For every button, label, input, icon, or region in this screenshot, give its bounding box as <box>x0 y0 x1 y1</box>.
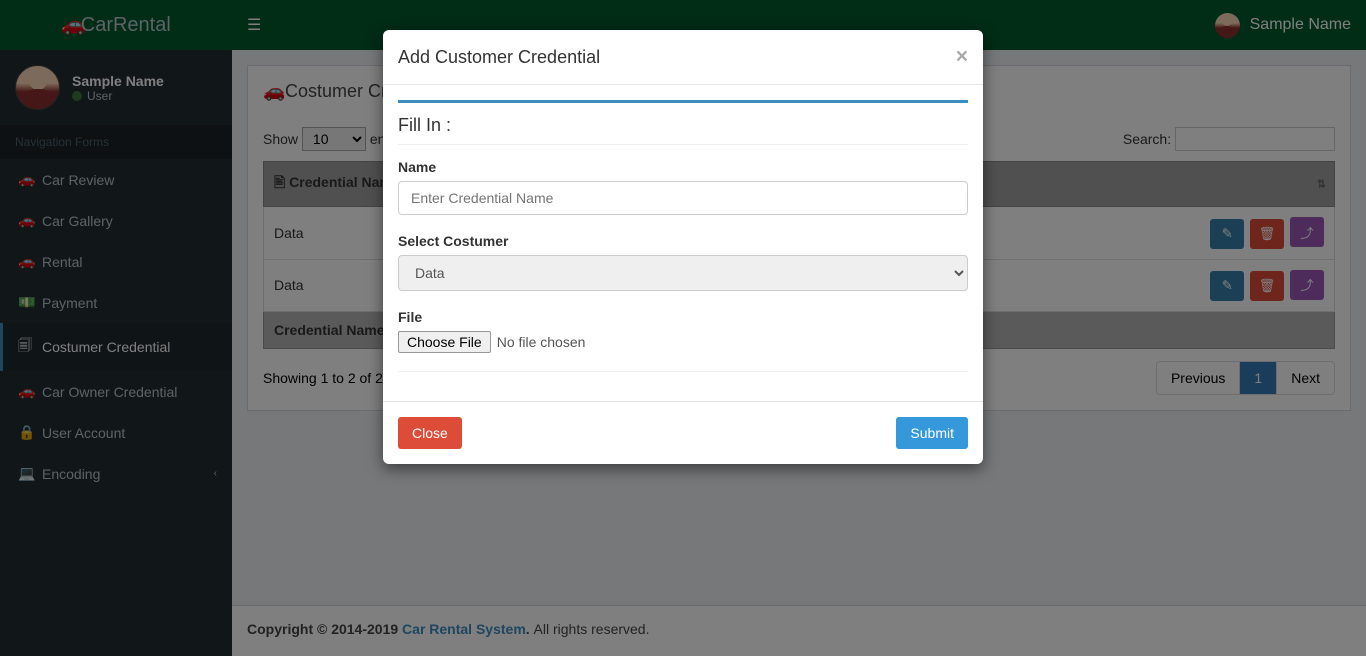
choose-file-button[interactable]: Choose File <box>398 331 491 353</box>
select-costumer-dropdown[interactable]: Data <box>398 255 968 291</box>
modal-footer: Close Submit <box>383 401 983 464</box>
close-icon[interactable]: × <box>956 45 968 69</box>
credential-name-input[interactable] <box>398 181 968 215</box>
submit-button[interactable]: Submit <box>896 417 968 449</box>
divider <box>398 100 968 103</box>
divider <box>398 371 968 372</box>
file-status: No file chosen <box>497 334 586 350</box>
name-label: Name <box>398 159 968 175</box>
select-costumer-label: Select Costumer <box>398 233 968 249</box>
modal-header: Add Customer Credential × <box>383 30 983 85</box>
fill-in-heading: Fill In : <box>398 115 968 136</box>
add-customer-credential-modal: Add Customer Credential × Fill In : Name… <box>383 30 983 464</box>
file-label: File <box>398 309 968 325</box>
modal-body: Fill In : Name Select Costumer Data File… <box>383 85 983 401</box>
close-button[interactable]: Close <box>398 417 462 449</box>
divider <box>398 144 968 145</box>
modal-title: Add Customer Credential <box>398 47 600 68</box>
